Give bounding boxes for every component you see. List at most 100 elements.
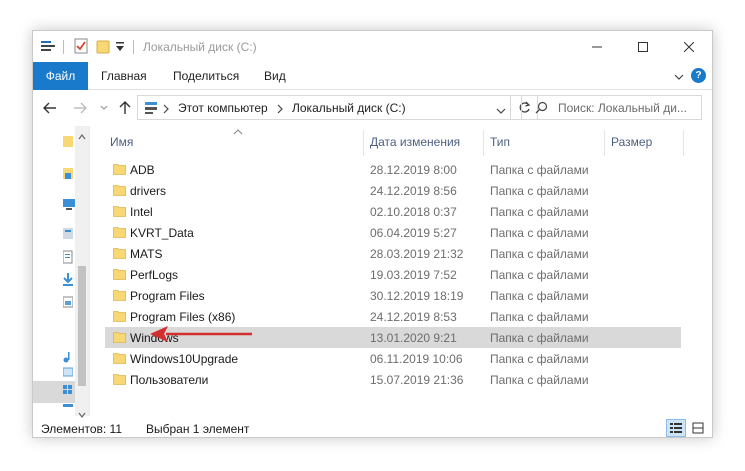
window-title: Локальный диск (C:): [143, 40, 257, 54]
breadcrumb-local-disk[interactable]: Локальный диск (C:): [292, 101, 406, 115]
file-name: Пользователи: [130, 373, 209, 387]
file-type: Папка с файлами: [490, 247, 589, 261]
table-row[interactable]: KVRT_Data 06.04.2019 5:27 Папка с файлами: [105, 222, 681, 243]
up-button[interactable]: [116, 99, 134, 117]
file-name: PerfLogs: [130, 268, 179, 282]
file-type: Папка с файлами: [490, 289, 589, 303]
table-row[interactable]: Пользователи 15.07.2019 21:36 Папка с файл…: [105, 369, 681, 390]
column-header-date[interactable]: Дата изменения: [370, 126, 460, 158]
column-divider[interactable]: [604, 130, 605, 156]
table-row[interactable]: MATS 28.03.2019 21:32 Папка с файлами: [105, 243, 681, 264]
folder-icon[interactable]: [63, 166, 73, 183]
file-date-modified: 28.03.2019 21:32: [370, 247, 464, 261]
folder-icon: [113, 330, 126, 346]
breadcrumb-chevron-icon: [277, 103, 283, 117]
search-input[interactable]: Поиск: Локальный ди...: [521, 95, 702, 120]
network-icon[interactable]: [63, 403, 73, 417]
details-view-button[interactable]: [666, 419, 686, 437]
file-name: Program Files (x86): [130, 310, 236, 324]
chevron-down-icon[interactable]: [674, 70, 684, 84]
table-row[interactable]: PerfLogs 19.03.2019 7:52 Папка с файлами: [105, 264, 681, 285]
item-count: Элементов: 11: [41, 422, 122, 436]
help-button[interactable]: ?: [691, 68, 706, 83]
back-button[interactable]: [41, 99, 59, 117]
folder-icon: [113, 351, 126, 367]
search-icon: [535, 101, 548, 117]
column-header-type[interactable]: Тип: [490, 126, 510, 158]
file-name: MATS: [130, 247, 163, 261]
checklist-icon[interactable]: [74, 38, 88, 57]
breadcrumb-chevron-icon: [163, 103, 169, 117]
file-date-modified: 28.12.2019 8:00: [370, 163, 457, 177]
title-separator: [63, 40, 64, 54]
tab-share[interactable]: Поделиться: [173, 62, 239, 90]
recent-locations-button[interactable]: [95, 99, 113, 117]
file-type: Папка с файлами: [490, 310, 589, 324]
file-date-modified: 24.12.2019 8:53: [370, 310, 457, 324]
document-icon[interactable]: [62, 250, 73, 267]
file-name: Intel: [130, 205, 153, 219]
folder-icon[interactable]: [63, 134, 73, 151]
drive-icon[interactable]: [63, 384, 73, 399]
minimize-button[interactable]: [574, 31, 620, 62]
folder-icon: [113, 267, 126, 283]
forward-button[interactable]: [71, 99, 89, 117]
file-name: Windows10Upgrade: [130, 352, 239, 366]
scroll-up-icon[interactable]: [78, 129, 86, 143]
folder-icon[interactable]: [63, 226, 73, 243]
folder-icon: [113, 225, 126, 241]
status-bar: Элементов: 11 Выбран 1 элемент: [33, 417, 712, 439]
navigation-pane-scrollbar-thumb[interactable]: [78, 266, 86, 386]
column-header-size[interactable]: Размер: [611, 126, 652, 158]
tab-file[interactable]: Файл: [33, 62, 88, 90]
folder-icon: [113, 309, 126, 325]
tab-home[interactable]: Главная: [101, 62, 147, 90]
file-type: Папка с файлами: [490, 331, 589, 345]
selected-count: Выбран 1 элемент: [146, 422, 250, 436]
file-type: Папка с файлами: [490, 268, 589, 282]
column-divider[interactable]: [483, 130, 484, 156]
file-date-modified: 13.01.2020 9:21: [370, 331, 457, 345]
file-type: Папка с файлами: [490, 184, 589, 198]
table-row[interactable]: drivers 24.12.2019 8:56 Папка с файлами: [105, 180, 681, 201]
column-header-name[interactable]: Имя: [110, 126, 133, 158]
chevron-down-icon[interactable]: [496, 104, 506, 118]
column-divider[interactable]: [363, 130, 364, 156]
breadcrumb-this-pc[interactable]: Этот компьютер: [178, 101, 268, 115]
column-divider[interactable]: [683, 130, 684, 156]
folder-icon: [113, 372, 126, 388]
file-type: Папка с файлами: [490, 352, 589, 366]
table-row[interactable]: Intel 02.10.2018 0:37 Папка с файлами: [105, 201, 681, 222]
new-folder-icon[interactable]: [96, 38, 110, 57]
table-row[interactable]: Windows10Upgrade 06.11.2019 10:06 Папка с …: [105, 348, 681, 369]
video-icon[interactable]: [62, 366, 74, 380]
file-date-modified: 06.11.2019 10:06: [370, 352, 463, 366]
music-icon[interactable]: [63, 351, 73, 366]
file-name: KVRT_Data: [130, 226, 194, 240]
computer-icon: [144, 101, 158, 118]
file-type: Папка с файлами: [490, 373, 589, 387]
file-name: Program Files: [130, 289, 205, 303]
explorer-window: Локальный диск (C:) Файл Главная Поделит…: [32, 30, 713, 438]
table-row[interactable]: Program Files 30.12.2019 18:19 Папка с фай…: [105, 285, 681, 306]
download-icon[interactable]: [63, 272, 73, 289]
tab-view[interactable]: Вид: [264, 62, 286, 90]
navigation-bar: Этот компьютер Локальный диск (C:) Поиск…: [33, 90, 712, 126]
title-separator: [133, 40, 134, 54]
file-type: Папка с файлами: [490, 163, 589, 177]
table-row[interactable]: ADB 28.12.2019 8:00 Папка с файлами: [105, 159, 681, 180]
navigation-pane: [33, 126, 90, 418]
folder-icon: [113, 162, 126, 178]
large-icons-view-button[interactable]: [688, 419, 708, 437]
properties-icon[interactable]: [40, 39, 56, 56]
close-button[interactable]: [666, 31, 712, 62]
image-icon[interactable]: [62, 296, 74, 311]
customize-toolbar-icon[interactable]: [116, 41, 124, 55]
maximize-button[interactable]: [620, 31, 666, 62]
computer-icon[interactable]: [63, 198, 75, 213]
search-placeholder: Поиск: Локальный ди...: [558, 101, 687, 115]
sort-ascending-icon: [233, 124, 243, 138]
address-bar[interactable]: Этот компьютер Локальный диск (C:): [137, 95, 511, 120]
file-date-modified: 30.12.2019 18:19: [370, 289, 464, 303]
folder-icon: [113, 204, 126, 220]
